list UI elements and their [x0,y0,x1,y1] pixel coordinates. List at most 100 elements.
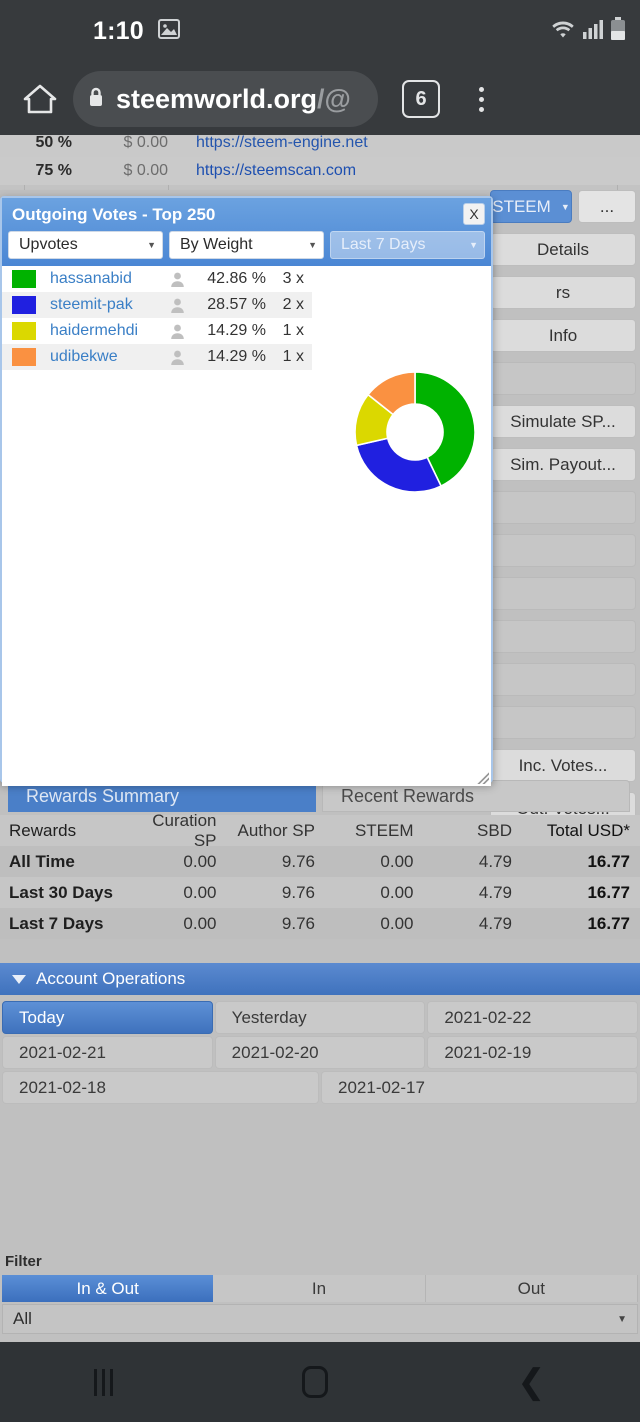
image-icon [157,19,180,44]
url-bar[interactable]: steemworld.org/@ [73,71,378,127]
date-button-2021-02-21[interactable]: 2021-02-21 [2,1036,213,1069]
background-placeholder [490,491,636,524]
dialog-body: hassanabid 42.86 % 3 x steemit-pak 28.57 % 2 … [2,266,491,786]
col-header: STEEM [354,820,414,840]
vote-count: 1 x [282,322,304,339]
row-percent: 50 % [35,135,72,151]
cell-steem: 0.00 [380,851,414,871]
date-row: 2021-02-21 2021-02-20 2021-02-19 [0,1036,640,1069]
col-header: Curation SP [152,810,217,850]
filter-segment-out[interactable]: Out [425,1275,638,1302]
date-button-2021-02-17[interactable]: 2021-02-17 [321,1071,638,1104]
table-row: 50 % $ 0.00 https://steem-engine.net [0,135,640,157]
tab-count-button[interactable]: 6 [402,80,440,118]
outgoing-votes-dialog: Outgoing Votes - Top 250 X Upvotes ▼ By We… [0,196,493,786]
cell-curation-sp: 0.00 [183,882,217,902]
date-button-2021-02-20[interactable]: 2021-02-20 [214,1036,426,1069]
dialog-select-3: Last 7 Days ▼ [330,231,485,259]
dialog-select-1[interactable]: Upvotes ▼ [8,231,163,259]
background-placeholder [490,706,636,739]
vote-row[interactable]: steemit-pak 28.57 % 2 x [2,292,312,318]
vote-list: hassanabid 42.86 % 3 x steemit-pak 28.57 % 2 … [2,266,312,370]
col-header: Author SP [237,820,316,840]
background-placeholder [490,362,636,395]
select-value: Last 7 Days [341,236,426,253]
close-icon[interactable]: X [463,203,485,225]
vote-percent: 28.57 % [207,296,266,313]
background-placeholder [490,663,636,696]
background-button[interactable]: Simulate SP... [490,405,636,438]
background-placeholder [490,577,636,610]
person-icon[interactable] [160,349,194,366]
chevron-down-icon: ▼ [469,240,478,250]
background-button[interactable]: rs [490,276,636,309]
dialog-select-2[interactable]: By Weight ▼ [169,231,324,259]
row-value: $ 0.00 [123,135,168,151]
row-link[interactable]: https://steemscan.com [196,162,356,180]
background-button[interactable]: Inc. Votes... [490,749,636,782]
dialog-resize-handle[interactable] [477,772,489,784]
account-operations-header[interactable]: Account Operations [0,963,640,995]
row-label: Last 7 Days [9,913,104,933]
chevron-down-icon: ▼ [617,1313,627,1325]
date-button-today[interactable]: Today [2,1001,213,1034]
recents-icon[interactable] [94,1368,114,1396]
vote-row[interactable]: udibekwe 14.29 % 1 x [2,344,312,370]
kebab-menu-icon[interactable] [466,86,496,112]
date-button-2021-02-19[interactable]: 2021-02-19 [427,1036,639,1069]
table-header-row: Rewards Curation SP Author SP STEEM SBD Total… [0,811,640,850]
date-row: Today Yesterday 2021-02-22 [0,1001,640,1034]
steem-dropdown[interactable]: STEEM ▼ [490,190,572,223]
vote-account-name[interactable]: steemit-pak [50,296,160,314]
chevron-down-icon: ▼ [147,240,156,250]
person-icon[interactable] [160,323,194,340]
vote-count: 1 x [282,348,304,365]
right-button-column: STEEM ▼ ... Details rs Info Simulate SP... S… [490,190,636,835]
select-value: Upvotes [19,236,78,253]
android-status-bar: 1:10 [0,0,640,63]
collapse-caret-icon[interactable] [12,974,26,984]
dialog-filter-selects: Upvotes ▼ By Weight ▼ Last 7 Days ▼ [8,231,487,259]
cell-author-sp: 9.76 [281,882,315,902]
cell-steem: 0.00 [380,882,414,902]
row-label: All Time [9,851,75,871]
home-square-icon[interactable] [302,1366,329,1398]
date-button-yesterday[interactable]: Yesterday [214,1001,426,1034]
more-options-button[interactable]: ... [578,190,636,223]
vote-account-name[interactable]: haidermehdi [50,322,160,340]
filter-select[interactable]: All ▼ [2,1304,638,1334]
background-placeholder [490,620,636,653]
vote-row[interactable]: hassanabid 42.86 % 3 x [2,266,312,292]
home-icon[interactable] [20,83,60,115]
person-icon[interactable] [160,297,194,314]
col-header: SBD [477,820,512,840]
vote-row[interactable]: haidermehdi 14.29 % 1 x [2,318,312,344]
url-text: steemworld.org/@ [116,83,351,114]
filter-segment-in-out[interactable]: In & Out [2,1275,214,1302]
background-button[interactable]: Details [490,233,636,266]
row-link[interactable]: https://steem-engine.net [196,135,368,152]
date-button-2021-02-22[interactable]: 2021-02-22 [427,1001,639,1034]
color-swatch [12,296,36,314]
vote-account-name[interactable]: hassanabid [50,270,160,288]
cell-curation-sp: 0.00 [183,913,217,933]
background-button[interactable]: Info [490,319,636,352]
browser-toolbar: steemworld.org/@ 6 [0,63,640,135]
cell-author-sp: 9.76 [281,913,315,933]
background-button[interactable]: Sim. Payout... [490,448,636,481]
votes-donut-chart [349,366,481,503]
date-button-2021-02-18[interactable]: 2021-02-18 [2,1071,319,1104]
table-row: 75 % $ 0.00 https://steemscan.com [0,157,640,185]
col-header: Rewards [9,820,77,840]
row-value: $ 0.00 [123,162,168,179]
vote-account-name[interactable]: udibekwe [50,348,160,366]
background-placeholder [490,534,636,567]
cell-steem: 0.00 [380,913,414,933]
date-row: 2021-02-18 2021-02-17 [0,1071,640,1104]
rewards-summary-table: Rewards Curation SP Author SP STEEM SBD Total… [0,811,640,939]
person-icon[interactable] [160,271,194,288]
back-chevron-icon[interactable]: ❮ [517,1365,546,1399]
date-button-grid: Today Yesterday 2021-02-22 2021-02-21 2021-0… [0,1001,640,1106]
battery-icon [610,17,626,46]
filter-segment-in[interactable]: In [213,1275,426,1302]
